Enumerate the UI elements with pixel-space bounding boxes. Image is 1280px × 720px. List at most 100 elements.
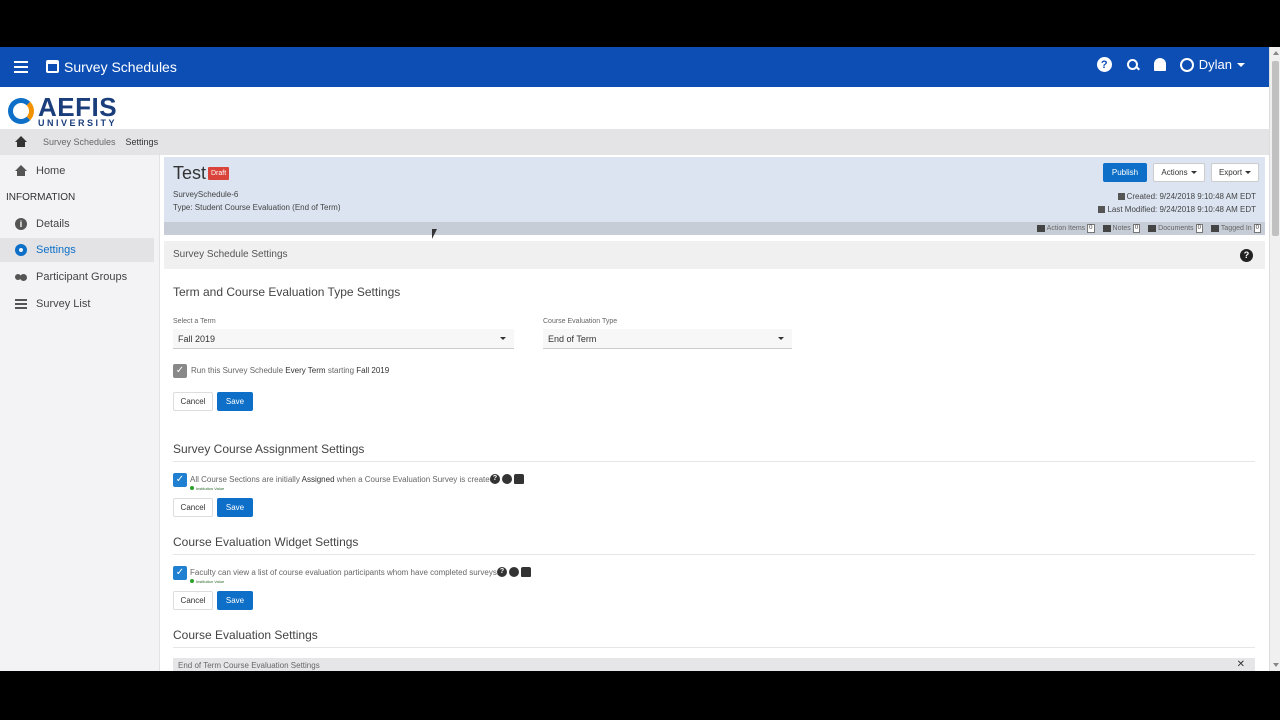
sidebar-item-home[interactable]: Home: [0, 159, 154, 183]
people-icon: [15, 271, 27, 283]
schedule-header: Test Draft SurveySchedule-6 Type: Studen…: [164, 157, 1265, 235]
evaluation-type-select[interactable]: End of Term: [543, 329, 792, 349]
mouse-cursor-icon: [432, 229, 437, 239]
top-bar: Survey Schedules ? Dylan: [0, 47, 1269, 87]
term-cancel-button[interactable]: Cancel: [173, 392, 213, 411]
close-icon[interactable]: ✕: [1237, 659, 1245, 670]
home-icon[interactable]: [15, 136, 27, 148]
institution-value-tag: Institution Value: [190, 579, 224, 584]
calendar-icon: [1117, 193, 1125, 200]
notes-link[interactable]: Notes 0: [1102, 224, 1141, 233]
meta-label: Notes: [1112, 225, 1131, 232]
meta-count: 0: [1253, 224, 1261, 233]
logo[interactable]: AEFIS UNIVERSITY: [8, 94, 117, 128]
divider: [173, 647, 1255, 648]
breadcrumb: Survey Schedules Settings: [0, 129, 1269, 155]
assignment-icons: ?: [490, 474, 524, 484]
sidebar-item-participant-groups[interactable]: Participant Groups: [0, 265, 154, 289]
chevron-down-icon: [500, 337, 506, 340]
help-icon[interactable]: ?: [490, 474, 500, 484]
chevron-down-icon: [1190, 171, 1197, 174]
logo-sub-text: UNIVERSITY: [38, 118, 118, 128]
term-select-value: Fall 2019: [178, 334, 216, 344]
widget-label: Faculty can view a list of course evalua…: [190, 568, 500, 577]
evaluation-type-value: End of Term: [548, 334, 597, 344]
page-title: Test: [173, 163, 207, 183]
widget-checkbox[interactable]: ✓: [173, 566, 187, 580]
sidebar-item-label: Settings: [36, 244, 76, 256]
created-date: Created: 9/24/2018 9:10:48 AM EDT: [1126, 192, 1256, 201]
run-prefix: Run this Survey Schedule: [191, 366, 286, 375]
status-badge: Draft: [208, 167, 230, 180]
user-menu[interactable]: Dylan: [1179, 57, 1245, 72]
sidebar: Home INFORMATION i Details Settings Part…: [0, 155, 160, 671]
help-icon[interactable]: ?: [1240, 249, 1253, 262]
sidebar-item-survey-list[interactable]: Survey List: [0, 292, 154, 316]
export-button[interactable]: Export: [1211, 163, 1259, 182]
assignment-checkbox[interactable]: ✓: [173, 473, 187, 487]
calendar-icon: [46, 60, 59, 73]
tag-icon: [1210, 225, 1219, 232]
help-icon[interactable]: ?: [497, 567, 507, 577]
term-label: Select a Term: [173, 318, 216, 325]
sidebar-item-label: Details: [36, 218, 70, 230]
action-items-link[interactable]: Action Items 0: [1036, 224, 1095, 233]
bell-icon[interactable]: [1153, 58, 1166, 71]
scroll-up-icon[interactable]: [1273, 51, 1279, 55]
widget-section-title: Course Evaluation Widget Settings: [173, 535, 359, 549]
run-mid: starting: [325, 366, 357, 375]
home-icon: [15, 165, 27, 177]
evaluation-section-title: Course Evaluation Settings: [173, 628, 318, 642]
divider: [173, 461, 1255, 462]
app-title: Survey Schedules: [64, 59, 177, 75]
publish-button[interactable]: Publish: [1103, 163, 1147, 182]
help-icon[interactable]: ?: [1096, 57, 1112, 72]
chevron-down-icon: [778, 337, 784, 340]
chevron-down-icon: [1245, 171, 1252, 174]
gear-icon[interactable]: [502, 474, 512, 484]
scroll-thumb[interactable]: [1272, 61, 1279, 236]
top-bar-actions: ? Dylan: [1096, 57, 1245, 72]
action-items-icon: [1036, 225, 1045, 232]
sidebar-section-heading: INFORMATION: [6, 192, 76, 203]
term-section-title: Term and Course Evaluation Type Settings: [173, 285, 401, 299]
meta-count: 0: [1195, 224, 1203, 233]
documents-icon: [1148, 225, 1157, 232]
lock-icon: [521, 567, 531, 577]
menu-icon[interactable]: [14, 61, 28, 73]
search-icon[interactable]: [1126, 58, 1140, 72]
header-dates: Created: 9/24/2018 9:10:48 AM EDT Last M…: [1098, 190, 1256, 216]
scroll-down-icon[interactable]: [1273, 663, 1279, 667]
sidebar-item-label: Home: [36, 165, 66, 177]
tagged-in-link[interactable]: Tagged In 0: [1210, 224, 1261, 233]
actions-label: Actions: [1161, 168, 1188, 177]
widget-cancel-button[interactable]: Cancel: [173, 591, 213, 610]
vertical-scrollbar[interactable]: [1269, 47, 1280, 671]
term-save-button[interactable]: Save: [217, 392, 253, 411]
divider: [173, 554, 1255, 555]
documents-link[interactable]: Documents 0: [1148, 224, 1203, 233]
run-every-term-checkbox[interactable]: ✓: [173, 364, 187, 378]
header-meta-bar: Action Items 0 Notes 0 Documents 0 Tagged I…: [164, 222, 1265, 235]
gear-icon[interactable]: [509, 567, 519, 577]
institution-value-tag: Institution Value: [190, 486, 224, 491]
meta-label: Action Items: [1046, 225, 1086, 232]
actions-button[interactable]: Actions: [1153, 163, 1205, 182]
user-icon: [1179, 57, 1194, 72]
meta-label: Tagged In: [1220, 225, 1252, 232]
sidebar-item-settings[interactable]: Settings: [0, 238, 154, 262]
evaluation-type-label: Course Evaluation Type: [543, 318, 618, 325]
logo-icon: [8, 98, 34, 124]
list-icon: [15, 299, 27, 309]
assignment-save-button[interactable]: Save: [217, 498, 253, 517]
term-select[interactable]: Fall 2019: [173, 329, 514, 349]
user-name: Dylan: [1198, 57, 1232, 72]
assignment-cancel-button[interactable]: Cancel: [173, 498, 213, 517]
accordion-label: End of Term Course Evaluation Settings: [178, 661, 320, 670]
schedule-id: SurveySchedule-6: [173, 190, 239, 199]
end-of-term-accordion[interactable]: End of Term Course Evaluation Settings ✕: [173, 658, 1255, 671]
breadcrumb-survey-schedules[interactable]: Survey Schedules: [43, 137, 116, 147]
settings-header-title: Survey Schedule Settings: [173, 249, 288, 260]
widget-save-button[interactable]: Save: [217, 591, 253, 610]
sidebar-item-details[interactable]: i Details: [0, 212, 154, 236]
